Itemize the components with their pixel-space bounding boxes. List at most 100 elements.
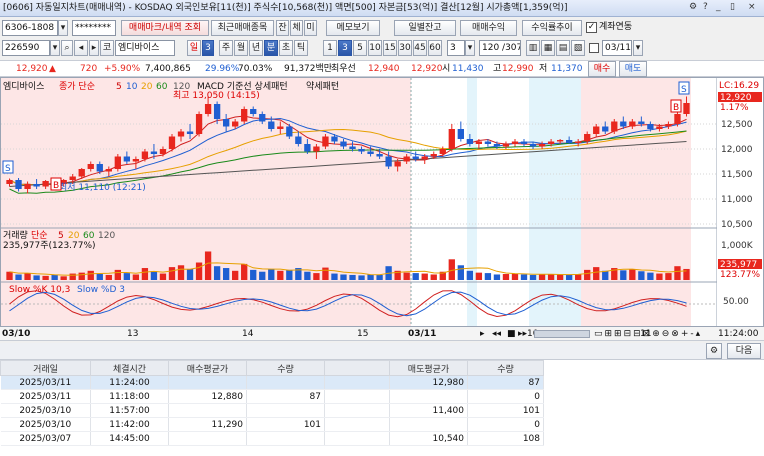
profit-trend-button[interactable]: 수익률추이 (522, 20, 582, 36)
minute-3-button[interactable]: 3 (338, 40, 352, 56)
last-price-label: 12,920 (720, 93, 752, 103)
period-year-button[interactable]: 년 (249, 40, 263, 56)
minute-select[interactable]: 3 (447, 40, 465, 56)
layout-icon[interactable]: ▦ (541, 40, 555, 56)
trade-table: 거래일 체결시간 매수평균가 수량 매도평균가 수량 2025/03/11 11:… (0, 360, 764, 456)
execution-button[interactable]: 체 (290, 20, 303, 36)
volume-bar (241, 263, 248, 280)
gear-icon[interactable]: ⚙ (689, 2, 697, 12)
candle-body (186, 131, 194, 134)
volume-bar (322, 267, 329, 280)
buy-button[interactable]: 매수 (588, 61, 616, 77)
date-checkbox[interactable] (589, 43, 599, 53)
date-input[interactable]: 03/11 (602, 40, 632, 56)
search-icon[interactable]: ⌕ (61, 40, 73, 56)
candle-body (15, 180, 22, 189)
next-page-button[interactable]: 다음 (727, 343, 761, 359)
table-row[interactable]: 2025/03/10 11:57:00 11,400 101 (0, 403, 544, 418)
candle-body (656, 126, 663, 129)
scroll-stop-icon[interactable]: ■ (507, 328, 516, 340)
grid-icon[interactable]: ▧ (571, 40, 585, 56)
header-exec-time[interactable]: 체결시간 (90, 360, 169, 376)
minute-45-button[interactable]: 45 (413, 40, 427, 56)
minute-15-button[interactable]: 15 (383, 40, 397, 56)
volume-bar (6, 271, 13, 280)
minute-5-button[interactable]: 5 (353, 40, 367, 56)
table-row[interactable]: 2025/03/07 14:45:00 10,540 108 (0, 431, 544, 446)
account-dropdown-icon[interactable]: ▾ (58, 20, 68, 36)
prev-stock-icon[interactable]: ◂ (74, 40, 88, 56)
period-second-button[interactable]: 초 (279, 40, 293, 56)
help-button[interactable]: ? (703, 2, 708, 12)
save-icon[interactable]: ▤ (556, 40, 570, 56)
header-sell-avg[interactable]: 매도평균가 (389, 360, 468, 376)
x-label-0310: 03/10 (2, 329, 31, 339)
minute-dropdown-icon[interactable]: ▾ (465, 40, 475, 56)
account-input[interactable]: 6306-1808 (2, 20, 58, 36)
table-row[interactable]: 2025/03/10 11:42:00 11,290 101 0 (0, 417, 544, 432)
candle-body (484, 141, 492, 144)
candle-body (502, 144, 510, 147)
calendar-dropdown-icon[interactable]: ▾ (633, 40, 643, 56)
sell-button[interactable]: 매도 (619, 61, 647, 77)
header-sell-qty[interactable]: 수량 (467, 360, 544, 376)
header-buy-avg[interactable]: 매수평균가 (168, 360, 247, 376)
candle-body (629, 121, 636, 127)
table-row[interactable]: 2025/03/11 11:18:00 12,880 87 0 (0, 389, 544, 404)
unexecuted-button[interactable]: 미 (304, 20, 317, 36)
memo-view-button[interactable]: 메모보기 (326, 20, 380, 36)
zoom-tools-icon[interactable]: ▭⊞⊞⊟⊟⊠⊕⊖⊗+‑▴ (594, 328, 702, 340)
period-tick-button[interactable]: 틱 (294, 40, 308, 56)
high-price: 12,990 (502, 64, 534, 74)
scroll-first-icon[interactable]: ◂◂ (492, 328, 501, 340)
x-label-0311: 03/11 (408, 329, 437, 339)
balance-button[interactable]: 잔 (276, 20, 289, 36)
volume-bar (593, 267, 600, 280)
table-cell: 87 (467, 375, 544, 390)
maximize-button[interactable]: ▯ (730, 2, 735, 12)
period-num-button[interactable]: 3 (202, 40, 214, 56)
scroll-left-icon[interactable]: ▸ (480, 328, 485, 340)
minute-10-button[interactable]: 10 (368, 40, 382, 56)
chart-area[interactable]: 12,500 12,000 11,500 11,000 10,500 엠디바이스 종가 … (0, 77, 764, 327)
password-input[interactable]: ******** (72, 20, 116, 36)
minimize-button[interactable]: _ (716, 2, 721, 12)
period-minute-button[interactable]: 분 (264, 40, 278, 56)
scroll-last-icon[interactable]: ▸▸ (518, 328, 527, 340)
candle-body (403, 156, 410, 162)
sell-marker-left[interactable]: S (2, 160, 14, 174)
stock-prefix-badge: 코 (100, 40, 114, 56)
minute-1-button[interactable]: 1 (323, 40, 337, 56)
price-tick-label: 11,000 (721, 195, 753, 205)
scrollbar-thumb[interactable] (534, 330, 590, 338)
code-dropdown-icon[interactable]: ▾ (50, 40, 60, 56)
period-day-button[interactable]: 일 (187, 40, 201, 56)
open-price: 11,430 (452, 64, 484, 74)
close-button[interactable]: × (748, 2, 756, 12)
header-trade-date[interactable]: 거래일 (0, 360, 91, 376)
tab-recent-stocks[interactable]: 최근매매종목 (211, 20, 274, 36)
bar-chart-icon[interactable]: ▥ (526, 40, 540, 56)
minute-30-button[interactable]: 30 (398, 40, 412, 56)
settings-gear-icon[interactable]: ⚙ (706, 343, 722, 359)
trade-profit-button[interactable]: 매매수익 (460, 20, 517, 36)
stock-code-input[interactable]: 226590 (2, 40, 50, 56)
period-month-button[interactable]: 월 (234, 40, 248, 56)
candle-body (322, 136, 329, 147)
buy-marker-right[interactable]: B (670, 99, 682, 113)
tab-trade-mark[interactable]: 매매마크/내역 조회 (121, 20, 209, 36)
period-week-button[interactable]: 주 (219, 40, 233, 56)
account-link-checkbox[interactable]: ✓ (586, 22, 597, 33)
x-label-14: 14 (242, 329, 254, 339)
count-field[interactable]: 120 /307 (479, 40, 521, 56)
minute-60-button[interactable]: 60 (428, 40, 442, 56)
sell-marker-right[interactable]: S (678, 81, 690, 95)
next-stock-icon[interactable]: ▸ (89, 40, 99, 56)
volume-bar (105, 274, 112, 280)
buy-marker-left[interactable]: B (50, 177, 62, 191)
volume-bar (168, 267, 176, 280)
daily-balance-button[interactable]: 일별잔고 (394, 20, 456, 36)
table-row[interactable]: 2025/03/11 11:24:00 12,980 87 (0, 375, 544, 390)
header-buy-qty[interactable]: 수량 (246, 360, 325, 376)
last-volume-label: 235,977 (720, 260, 757, 270)
